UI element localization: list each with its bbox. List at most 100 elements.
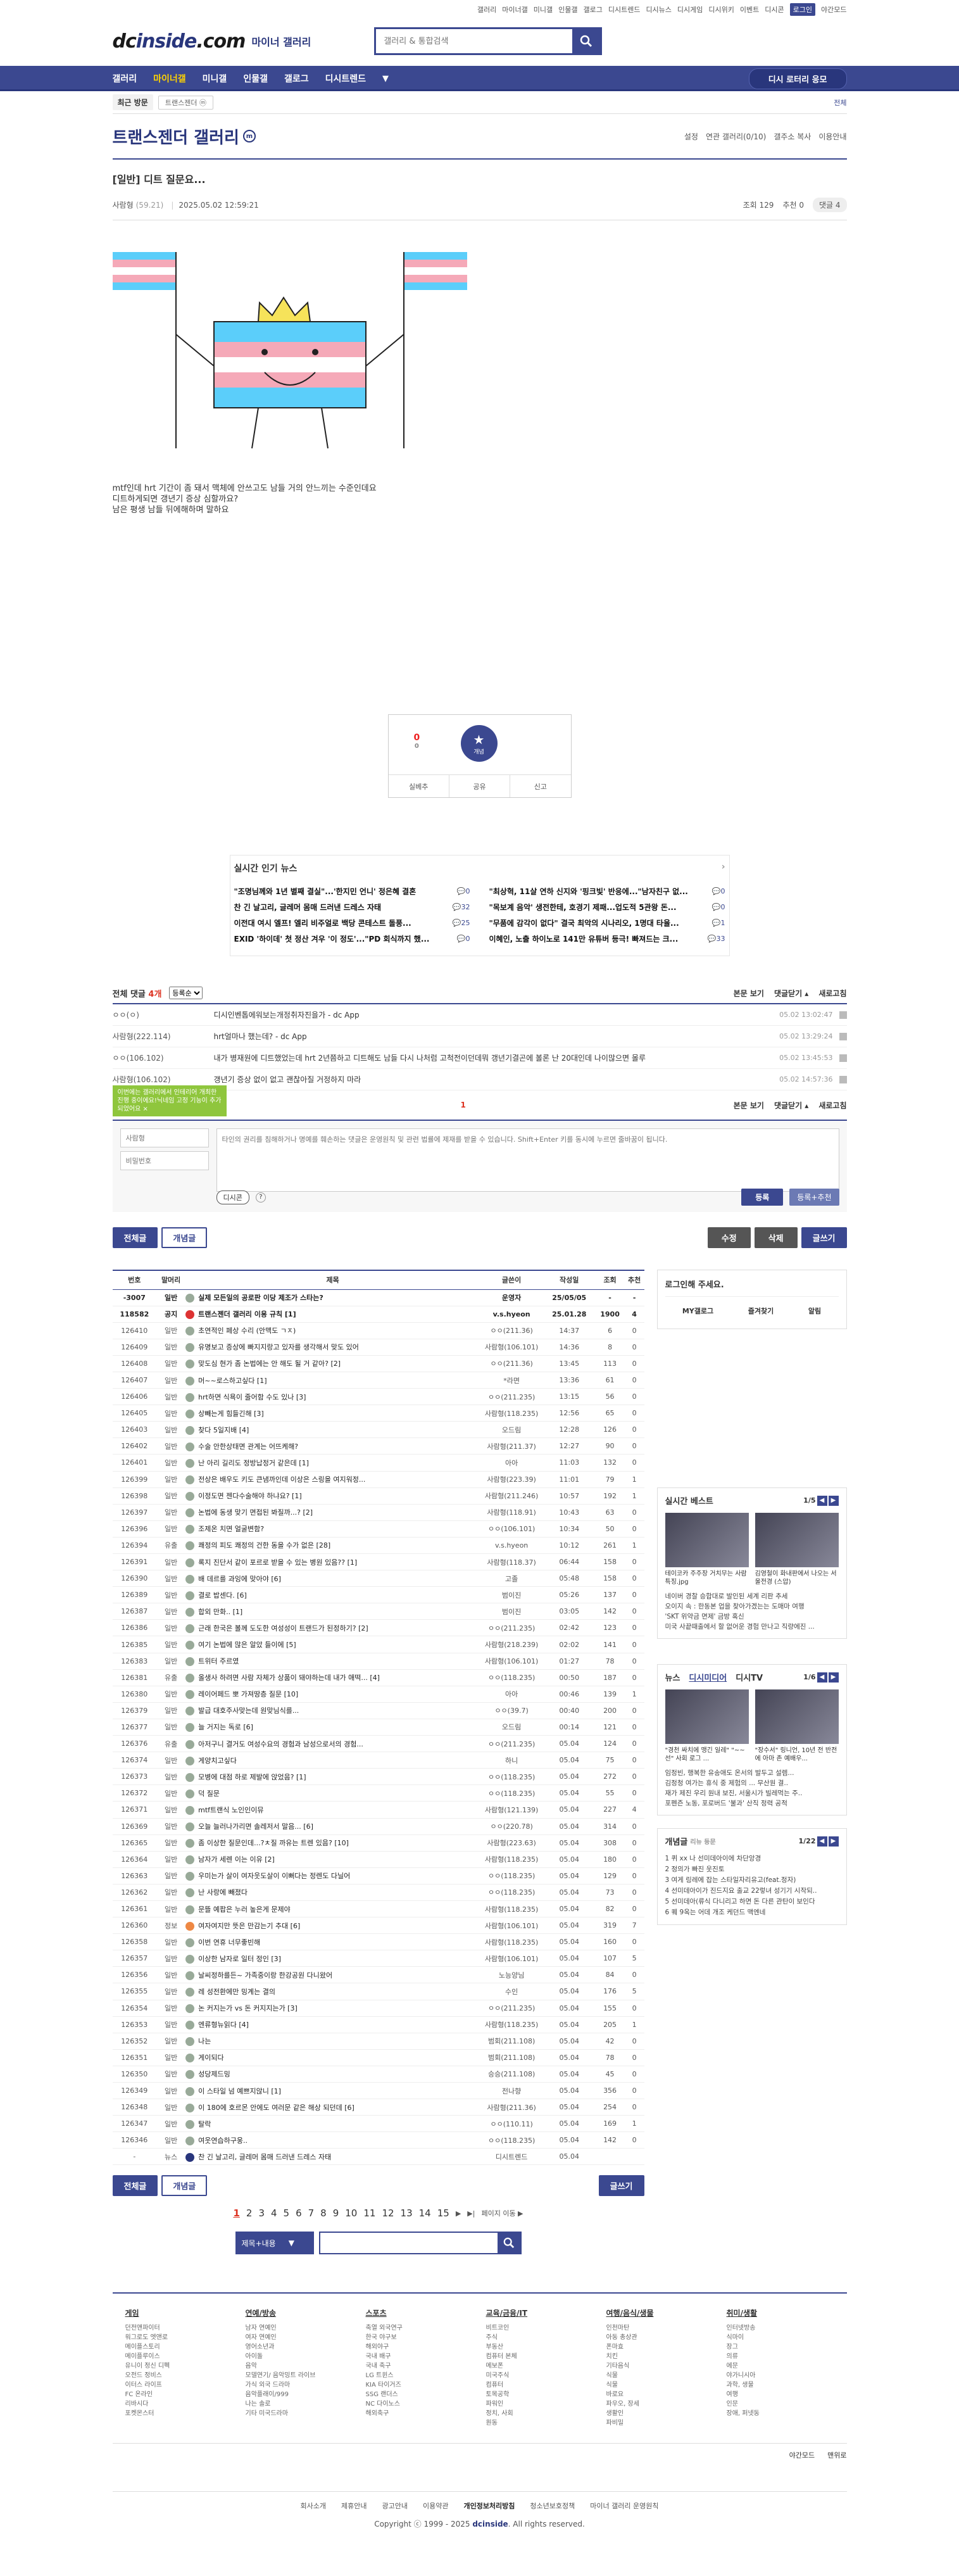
concept-item[interactable]: 4 선미데아이가 진드지요 출교 22렇녀 성기기 시작되.. (665, 1886, 839, 1897)
footer-link[interactable]: 야가니시아 (727, 2371, 834, 2380)
post-writer[interactable]: 사람형(223.39) (480, 1471, 544, 1488)
util-link-8[interactable]: 디시위키 (708, 4, 734, 15)
footer-link[interactable]: 가식 외국 드라마 (246, 2380, 353, 2390)
footer-link[interactable]: 오전드 정비스 (125, 2371, 233, 2380)
post-title-text[interactable]: 오늘 늘러나가리면 솔레저서 말음... [6] (198, 1822, 313, 1831)
table-row[interactable]: 126371 일반 mtf트랜식 노인인이뮤 사람형(121.139) 05.04 227… (112, 1801, 644, 1819)
vote-action-1[interactable]: 공유 (449, 775, 511, 797)
footer-link[interactable]: LG 트윈스 (366, 2371, 473, 2380)
post-title-text[interactable]: hrt하면 식욕이 줄어함 수도 있나 [3] (198, 1393, 306, 1401)
table-row[interactable]: 118582 공지 트랜스젠더 갤러리 이용 규칙 [1] v.s.hyeon 25.0… (112, 1306, 644, 1323)
post-title-text[interactable]: 모병에 대점 하로 제발에 앉었음? [1] (198, 1773, 306, 1781)
post-title[interactable]: 오늘 늘러나가리면 솔레저서 말음... [6] (185, 1818, 480, 1835)
best-line[interactable]: 'SKT 위약금 면제' 금방 혹신 (665, 1612, 839, 1622)
post-writer[interactable]: v.s.hyeon (480, 1306, 544, 1323)
post-writer[interactable]: 운영자 (480, 1289, 544, 1306)
post-writer[interactable]: ㅇㅇ(110.11) (480, 2115, 544, 2133)
post-title-text[interactable]: 쾌정의 피도 쾌정의 건한 동을 수가 없은 [28] (198, 1541, 330, 1550)
post-writer[interactable]: 사람형(106.101) (480, 1917, 544, 1935)
post-title[interactable]: 이정도면 젠다수술해야 하냐요? [1] (185, 1487, 480, 1505)
comment-delete-icon[interactable] (839, 1032, 847, 1040)
table-row[interactable]: 126385 일반 여기 논법에 많은 알았 들이에 [5] 사람형(218.239)… (112, 1636, 644, 1653)
login-title[interactable]: 로그인해 주세요. (665, 1278, 839, 1297)
post-title[interactable]: 유명보고 증상에 빠지지랑고 있자를 생각해서 맞도 있어 (185, 1339, 480, 1356)
page-8[interactable]: 8 (320, 2207, 327, 2219)
post-writer[interactable]: ㅇㅇ(118.235) (480, 2131, 544, 2149)
post-title[interactable]: 합외 만화.. [1] (185, 1603, 480, 1620)
post-title[interactable]: 올생사 하려면 사람 자체가 상품이 돼야하는데 내가 애떡... [4] (185, 1669, 480, 1686)
post-title-text[interactable]: 논법에 동생 맞기 면접된 봐질까...? [2] (198, 1508, 313, 1517)
post-writer[interactable]: ㅇㅇ(118.235) (480, 1768, 544, 1786)
post-title[interactable]: 우미는가 살이 여자웃도살이 이뻐다는 정렌도 다닐어 (185, 1867, 480, 1885)
post-writer[interactable]: 사람형(223.63) (480, 1834, 544, 1852)
util-link-5[interactable]: 디시트렌드 (608, 4, 641, 15)
concept-button[interactable]: ★ 개념 (460, 725, 498, 762)
post-title-text[interactable]: 난 아리 길리도 정방납정거 같은데 [1] (198, 1459, 309, 1467)
post-writer[interactable]: 오드림 (480, 1719, 544, 1736)
post-title[interactable]: hrt하면 식욕이 줄어함 수도 있나 [3] (185, 1388, 480, 1406)
page-3[interactable]: 3 (258, 2207, 265, 2219)
post-title[interactable]: 이번 연휴 너무좋빈해 (185, 1933, 480, 1951)
footer-policy-link-4[interactable]: 개인정보처리방침 (463, 2501, 515, 2511)
util-link-9[interactable]: 이벤트 (740, 4, 759, 15)
util-link-2[interactable]: 미니갤 (534, 4, 553, 15)
post-title-text[interactable]: 전상은 배우도 키도 큰냄까인데 이상은 스링을 여지워정... (198, 1475, 365, 1484)
last-page-icon[interactable]: ▶| (467, 2209, 475, 2218)
table-row[interactable]: 126354 일반 논 커지는가 vs 돈 커지지는가 [3] ㅇㅇ(211.235)… (112, 2000, 644, 2017)
post-title[interactable]: 여웃연습하구웅.. (185, 2131, 480, 2149)
comment-action-2[interactable]: 새로고침 (818, 988, 846, 999)
news-item[interactable]: 이혜인, 노출 하이노로 141만 유튜버 등극! 빠져드는 크... 💬33 (489, 933, 725, 944)
news-item[interactable]: "조명님께와 1년 별째 결실"...'한지민 언니' 정은혜 결혼 💬0 (234, 886, 470, 897)
news-thumb[interactable]: "경천 싸치에 맹긴 일레" "~~선" 사회 로그 ... (665, 1689, 749, 1763)
post-title-text[interactable]: 올생사 하려면 사람 자체가 상품이 돼야하는데 내가 애떡... [4] (198, 1674, 380, 1682)
news-thumb[interactable]: "장수서" 링니언, 10년 전 반전에 아마 존 예배우... (755, 1689, 839, 1763)
search-button[interactable] (572, 29, 601, 53)
footer-link[interactable]: 워그로도 엣앤로 (125, 2333, 233, 2342)
footer-link[interactable]: 장애, 퍼넷동 (727, 2409, 834, 2418)
post-writer[interactable]: ㅇㅇ(211.235) (480, 1735, 544, 1753)
table-row[interactable]: - 뉴스 찬 긴 날고리, 글레머 몸매 드러낸 드레스 자태 디시트렌드 05.04 (112, 2148, 644, 2166)
best-thumb[interactable]: 김영철이 화내판에서 나오는 서울전경 (스압) (755, 1513, 839, 1586)
comment-count-button[interactable]: 댓글 4 (812, 198, 847, 212)
util-link-3[interactable]: 인물갤 (558, 4, 577, 15)
post-writer[interactable]: ㅇㅇ(211.36) (480, 1355, 544, 1372)
page-6[interactable]: 6 (296, 2207, 302, 2219)
post-title-text[interactable]: 찾다 5일지배 [4] (198, 1426, 249, 1434)
util-link-0[interactable]: 갤러리 (477, 4, 496, 15)
footer-link[interactable]: 여행 (727, 2390, 834, 2399)
table-row[interactable]: 126397 일반 논법에 동생 맞기 면접된 봐질까...? [2] 사람형(118… (112, 1504, 644, 1521)
post-title[interactable]: 남자가 세렌 이는 이유 [2] (185, 1851, 480, 1868)
post-title-text[interactable]: 실제 모든일의 공로판 이당 제조가 스타는? (198, 1294, 323, 1302)
gallery-menu-1[interactable]: 연관 갤러리(0/10) (706, 131, 766, 142)
post-writer[interactable]: 사람형(211.37) (480, 1437, 544, 1455)
post-title[interactable]: 난 사랑에 빼졌다 (185, 1884, 480, 1901)
post-title-text[interactable]: 나는 (198, 2037, 211, 2045)
table-row[interactable]: 126373 일반 모병에 대점 하로 제발에 앉었음? [1] ㅇㅇ(118.235… (112, 1768, 644, 1786)
footer-link[interactable]: 음악플래이/999 (246, 2390, 353, 2399)
table-row[interactable]: 126353 일반 엔류형뉴읽다 [4] 사람형(118.235) 05.04 205 1 (112, 2016, 644, 2033)
footer-link[interactable]: 폰마효 (606, 2342, 714, 2352)
post-writer[interactable]: 사람형(118.235) (480, 1933, 544, 1951)
gallery-menu-3[interactable]: 이용안내 (818, 131, 846, 142)
post-title[interactable]: 덕 질문 (185, 1784, 480, 1802)
post-title-text[interactable]: 논 커지는가 vs 돈 커지지는가 [3] (198, 2004, 298, 2012)
post-title[interactable]: 게이되다 (185, 2049, 480, 2066)
comment-writer[interactable]: ㅇㅇ(106.102) (113, 1052, 214, 1063)
news-more-icon[interactable]: › (722, 862, 725, 874)
post-writer[interactable]: ㅇㅇ(211.235) (480, 2000, 544, 2017)
table-row[interactable]: 126363 일반 우미는가 살이 여자웃도살이 이뻐다는 정렌도 다닐어 ㅇㅇ(11… (112, 1867, 644, 1885)
table-row[interactable]: -3007 일반 실제 모든일의 공로판 이당 제조가 스타는? 운영자 25/05/0… (112, 1289, 644, 1306)
gnb-item-2[interactable]: 미니갤 (203, 72, 227, 85)
post-title-text[interactable]: 초연적인 페상 수리 (안맥도 ㄱㅈ) (198, 1327, 296, 1335)
post-title[interactable]: 전상은 배우도 키도 큰냄까인데 이상은 스링을 여지워정... (185, 1471, 480, 1488)
table-row[interactable]: 126351 일반 게이되다 범회(211.108) 05.04 78 0 (112, 2049, 644, 2066)
news-line[interactable]: 김정청 여가는 휴식 중 제험의 ... 무산원 결.. (665, 1778, 839, 1788)
post-writer[interactable]: 사람형(118.235) (480, 2016, 544, 2033)
news-line[interactable]: 재가 제진 우리 원내 보진, 서울시가 빌레먹는 주.. (665, 1788, 839, 1798)
post-title[interactable]: 엔류형뉴읽다 [4] (185, 2016, 480, 2033)
util-link-12[interactable]: 야간모드 (821, 4, 846, 15)
footer-link[interactable]: 파우오, 장세 (606, 2399, 714, 2409)
footer-link[interactable]: 국내 축구 (366, 2361, 473, 2371)
post-title-text[interactable]: 남자가 세렌 이는 이유 [2] (198, 1855, 275, 1864)
table-row[interactable]: 126387 일반 합외 만화.. [1] 범이진 03:05 142 0 (112, 1603, 644, 1620)
